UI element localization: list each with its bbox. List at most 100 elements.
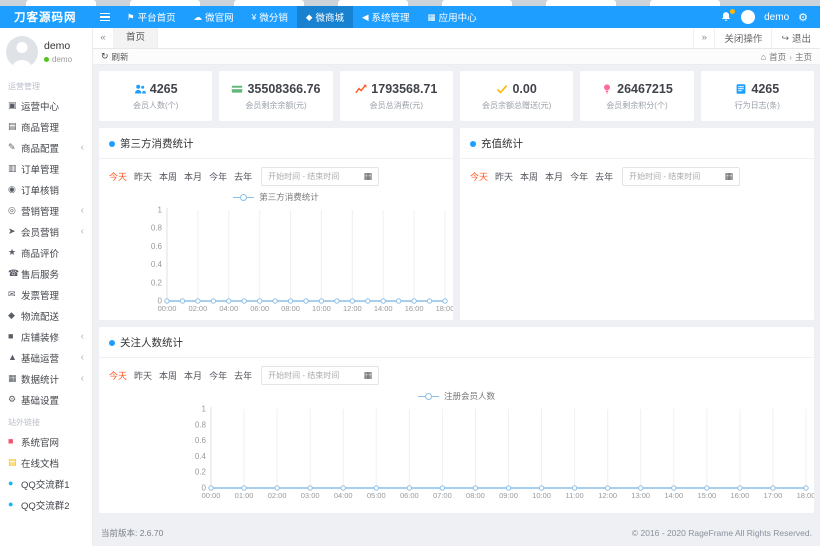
refresh-icon: ↻ [101, 51, 109, 62]
filter-tab[interactable]: 今天 [109, 369, 127, 382]
time-filter-tabs: 今天昨天本周本月今年去年 [109, 369, 252, 382]
panel-title: 关注人数统计 [120, 335, 183, 350]
filter-tab[interactable]: 本周 [520, 170, 538, 183]
notification-bell-icon[interactable] [720, 11, 732, 23]
stat-label: 会员总消费(元) [370, 100, 423, 111]
chevron-left-icon: ‹ [81, 353, 84, 363]
filter-tab[interactable]: 本月 [184, 170, 202, 183]
order-list-icon: ▥ [8, 164, 21, 173]
sidebar-section-title: 运营管理 [0, 74, 92, 95]
filter-tab[interactable]: 今年 [209, 369, 227, 382]
filter-tab[interactable]: 昨天 [495, 170, 513, 183]
bar-chart-icon: ▦ [8, 374, 21, 383]
top-menu-item-system-management[interactable]: ◀系统管理 [353, 6, 419, 28]
sidebar-item-order-management[interactable]: ▥订单管理 [0, 158, 92, 179]
sidebar-item-goods-management[interactable]: ▤商品管理 [0, 116, 92, 137]
date-range-input[interactable]: 开始时间 - 结束时间 ▦ [261, 366, 379, 385]
top-menu-item-platform-home[interactable]: ⚑平台首页 [118, 6, 185, 28]
footer: 当前版本: 2.6.70 © 2016 - 2020 RageFrame All… [99, 520, 814, 546]
user-avatar[interactable] [741, 10, 755, 24]
chevron-left-icon: ‹ [81, 374, 84, 384]
users-icon [134, 83, 146, 95]
date-range-input[interactable]: 开始时间 - 结束时间 ▦ [622, 167, 740, 186]
sidebar-item-logistics-delivery[interactable]: ◆物流配送 [0, 305, 92, 326]
filter-tab[interactable]: 本月 [545, 170, 563, 183]
filter-tab[interactable]: 本周 [159, 369, 177, 382]
top-menu-item-micro-site[interactable]: ☁微官网 [185, 6, 243, 28]
goods-icon: ▤ [8, 122, 21, 131]
top-menu-item-micro-mall[interactable]: ◆微商城 [297, 6, 353, 28]
svg-text:07:00: 07:00 [433, 491, 452, 500]
sidebar-item-online-docs[interactable]: ▤在线文档 [0, 452, 92, 473]
filter-tab[interactable]: 去年 [234, 369, 252, 382]
top-menu-item-micro-distribution[interactable]: ¥微分销 [243, 6, 297, 28]
svg-text:02:00: 02:00 [268, 491, 287, 500]
cloud-icon: ☁ [194, 13, 203, 22]
sidebar-item-basic-settings[interactable]: ⚙基础设置 [0, 389, 92, 410]
sidebar-item-basic-operation[interactable]: ▲基础运营‹ [0, 347, 92, 368]
logout-icon: ↪ [781, 33, 789, 44]
home-icon[interactable]: ⌂ [761, 52, 766, 62]
close-operations-dropdown[interactable]: 关闭操作 [714, 28, 771, 48]
sidebar-item-label: 在线文档 [21, 456, 59, 470]
filter-tab[interactable]: 今天 [470, 170, 488, 183]
tab-home[interactable]: 首页 [114, 28, 158, 48]
sidebar-item-member-marketing[interactable]: ➤会员营销‹ [0, 221, 92, 242]
stat-value: 1793568.71 [371, 82, 437, 96]
hamburger-menu-icon[interactable] [92, 6, 118, 28]
panel-bullet-dot [109, 141, 115, 147]
panel-followers-stats: 关注人数统计 今天昨天本周本月今年去年 开始时间 - 结束时间 ▦ 注册会员人数… [99, 327, 814, 513]
stats-row: 4265 会员人数(个) 35508366.76 会员剩余余额(元) [99, 71, 814, 121]
svg-text:03:00: 03:00 [301, 491, 320, 500]
filter-tab[interactable]: 本周 [159, 170, 177, 183]
sidebar-item-marketing-management[interactable]: ◎营销管理‹ [0, 200, 92, 221]
check-icon [496, 83, 508, 95]
filter-tab[interactable]: 今年 [209, 170, 227, 183]
sidebar-item-shop-decoration[interactable]: ■店铺装修‹ [0, 326, 92, 347]
sidebar-item-label: 会员营销 [21, 225, 59, 239]
settings-gear-icon[interactable]: ⚙ [798, 11, 808, 24]
logout-button[interactable]: ↪ 退出 [771, 28, 820, 48]
filter-tab[interactable]: 今年 [570, 170, 588, 183]
sidebar-item-order-verification[interactable]: ◉订单核销 [0, 179, 92, 200]
sidebar-item-after-sale-service[interactable]: ☎售后服务 [0, 263, 92, 284]
yen-icon: ¥ [252, 13, 257, 22]
filter-tab[interactable]: 昨天 [134, 170, 152, 183]
stat-card-member-points: 26467215 会员剩余积分(个) [580, 71, 693, 121]
svg-text:17:00: 17:00 [764, 491, 783, 500]
copyright-text: © 2016 - 2020 RageFrame All Rights Reser… [632, 528, 812, 538]
filter-tab[interactable]: 去年 [234, 170, 252, 183]
sidebar-item-data-statistics[interactable]: ▦数据统计‹ [0, 368, 92, 389]
filter-tab[interactable]: 去年 [595, 170, 613, 183]
sidebar-item-label: 运营中心 [21, 99, 59, 113]
chevron-left-icon: ‹ [81, 143, 84, 153]
bulb-icon [601, 83, 613, 95]
document-icon: ▤ [8, 458, 21, 467]
sidebar-item-goods-config[interactable]: ✎商品配置‹ [0, 137, 92, 158]
sidebar-item-qq-group-1[interactable]: ●QQ交流群1 [0, 473, 92, 494]
sidebar: demo demo 运营管理▣运营中心▤商品管理✎商品配置‹▥订单管理◉订单核销… [0, 28, 93, 546]
svg-text:18:00: 18:00 [436, 304, 453, 313]
tabs-scroll-left-icon[interactable]: « [93, 28, 114, 48]
top-menu-item-app-center[interactable]: ▦应用中心 [419, 6, 486, 28]
date-range-input[interactable]: 开始时间 - 结束时间 ▦ [261, 167, 379, 186]
legend-marker-icon [240, 194, 247, 201]
sidebar-item-operation-center[interactable]: ▣运营中心 [0, 95, 92, 116]
sidebar-item-invoice-management[interactable]: ✉发票管理 [0, 284, 92, 305]
filter-tab[interactable]: 昨天 [134, 369, 152, 382]
sidebar-item-official-site[interactable]: ■系统官网 [0, 431, 92, 452]
svg-text:0.6: 0.6 [195, 436, 207, 445]
sidebar-username: demo [44, 40, 72, 52]
filter-tab[interactable]: 本月 [184, 369, 202, 382]
date-range-placeholder: 开始时间 - 结束时间 [629, 171, 700, 182]
filter-tab[interactable]: 今天 [109, 170, 127, 183]
username[interactable]: demo [764, 12, 789, 23]
sidebar-item-qq-group-2[interactable]: ●QQ交流群2 [0, 494, 92, 515]
online-status-dot [44, 57, 49, 62]
tabs-scroll-right-icon[interactable]: » [693, 28, 714, 48]
sidebar-item-goods-review[interactable]: ★商品评价 [0, 242, 92, 263]
sidebar-item-label: QQ交流群1 [21, 477, 70, 491]
refresh-button[interactable]: ↻ 刷新 [101, 51, 129, 63]
breadcrumb-home[interactable]: 首页 [769, 51, 786, 63]
sidebar-item-label: QQ交流群2 [21, 498, 70, 512]
